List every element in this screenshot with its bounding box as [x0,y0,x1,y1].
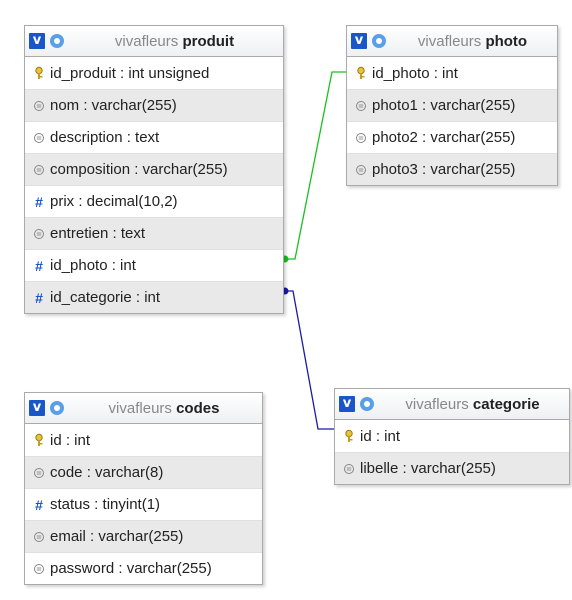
column-row[interactable]: # id_photo : int [25,249,283,281]
database-name: vivafleurs [114,32,179,50]
relation-produit-photo [283,71,346,260]
column-row[interactable]: password : varchar(255) [25,552,262,584]
column-name: email : varchar(255) [50,528,184,545]
text-field-icon [32,228,46,240]
key-icon [32,433,46,447]
column-row[interactable]: photo3 : varchar(255) [347,153,557,185]
key-icon [342,429,356,443]
column-row[interactable]: # status : tinyint(1) [25,488,262,520]
text-field-icon [354,100,368,112]
text-field-icon [32,164,46,176]
column-name: id : int [360,427,401,445]
column-row[interactable]: code : varchar(8) [25,456,262,488]
column-row[interactable]: description : text [25,121,283,153]
text-field-icon [342,463,356,475]
text-field-icon [32,467,46,479]
column-name: photo1 : varchar(255) [372,97,516,114]
table-name: codes [176,399,220,417]
table-title[interactable]: vivafleurs photo [388,33,557,50]
hash-icon: # [35,289,43,306]
column-row[interactable]: nom : varchar(255) [25,89,283,121]
v-icon[interactable]: v [29,400,45,416]
column-name: status : tinyint(1) [50,496,161,513]
column-row[interactable]: # id_categorie : int [25,281,283,313]
table-title[interactable]: vivafleurs codes [66,400,262,417]
gear-icon[interactable] [370,32,388,50]
table-categorie[interactable]: v vivafleurs categorie id : int libelle :… [334,388,570,485]
text-field-icon [32,563,46,575]
column-name: id_produit : int unsigned [50,64,210,82]
column-row[interactable]: id_produit : int unsigned [25,57,283,89]
table-name: photo [485,32,528,50]
column-row[interactable]: photo2 : varchar(255) [347,121,557,153]
text-field-icon [32,132,46,144]
hash-icon: # [35,193,43,210]
column-name: nom : varchar(255) [50,97,177,114]
column-name: libelle : varchar(255) [360,460,496,477]
table-name: produit [182,32,235,50]
column-row[interactable]: photo1 : varchar(255) [347,89,557,121]
column-name: id_categorie : int [50,289,161,306]
hash-icon: # [35,257,43,274]
table-codes[interactable]: v vivafleurs codes id : int code : varcha… [24,392,263,585]
v-icon[interactable]: v [339,396,355,412]
column-name: composition : varchar(255) [50,161,228,178]
column-name: prix : decimal(10,2) [50,193,178,210]
text-field-icon [32,531,46,543]
column-row[interactable]: id : int [25,424,262,456]
database-name: vivafleurs [108,399,172,417]
v-icon[interactable]: v [29,33,45,49]
table-header[interactable]: v vivafleurs produit [25,26,283,57]
table-photo[interactable]: v vivafleurs photo id_photo : int photo1 … [346,25,558,186]
key-icon [32,66,46,80]
relation-produit-categorie [283,290,334,430]
database-name: vivafleurs [405,395,469,413]
column-name: id_photo : int [372,64,458,82]
column-row[interactable]: id_photo : int [347,57,557,89]
column-name: password : varchar(255) [50,560,212,577]
column-name: id : int [50,431,91,449]
gear-icon[interactable] [358,395,376,413]
column-name: id_photo : int [50,257,136,274]
column-name: photo3 : varchar(255) [372,161,516,178]
text-field-icon [32,100,46,112]
table-title[interactable]: vivafleurs categorie [376,396,569,413]
text-field-icon [354,164,368,176]
key-icon [354,66,368,80]
column-name: entretien : text [50,225,146,242]
v-icon[interactable]: v [351,33,367,49]
column-row[interactable]: email : varchar(255) [25,520,262,552]
column-name: photo2 : varchar(255) [372,129,516,146]
column-name: description : text [50,129,160,146]
table-name: categorie [472,395,540,413]
hash-icon: # [35,496,43,513]
column-row[interactable]: # prix : decimal(10,2) [25,185,283,217]
text-field-icon [354,132,368,144]
database-name: vivafleurs [417,32,482,50]
table-header[interactable]: v vivafleurs photo [347,26,557,57]
column-row[interactable]: libelle : varchar(255) [335,452,569,484]
table-title[interactable]: vivafleurs produit [66,33,283,50]
table-header[interactable]: v vivafleurs codes [25,393,262,424]
column-row[interactable]: entretien : text [25,217,283,249]
column-row[interactable]: id : int [335,420,569,452]
column-row[interactable]: composition : varchar(255) [25,153,283,185]
column-name: code : varchar(8) [50,464,164,481]
gear-icon[interactable] [48,32,66,50]
gear-icon[interactable] [48,399,66,417]
table-header[interactable]: v vivafleurs categorie [335,389,569,420]
table-produit[interactable]: v vivafleurs produit id_produit : int un… [24,25,284,314]
